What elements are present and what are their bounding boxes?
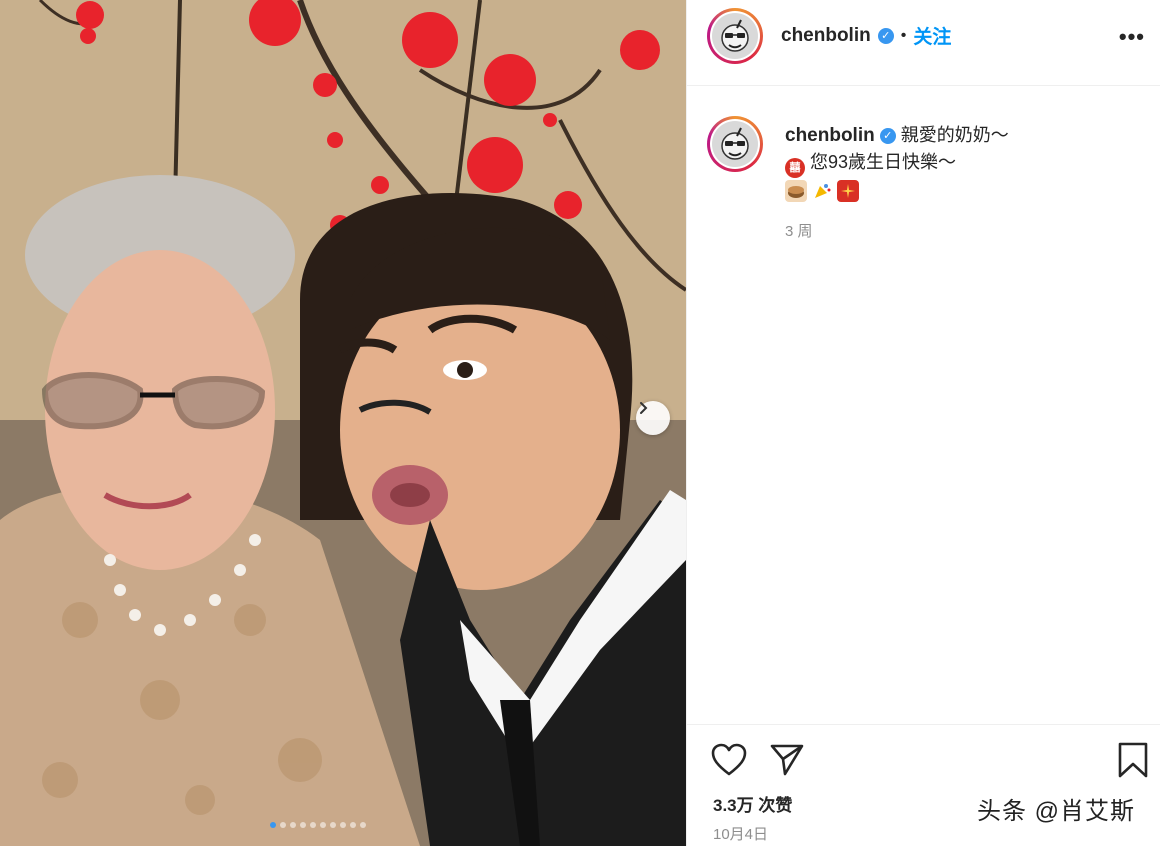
caption-username[interactable]: chenbolin <box>785 125 875 146</box>
like-button[interactable] <box>711 743 747 782</box>
carousel-dot <box>270 822 276 828</box>
carousel-dot <box>340 822 346 828</box>
like-count[interactable]: 3.3万 次赞 <box>713 791 792 816</box>
party-popper-emoji-icon <box>811 180 833 202</box>
caption-timestamp: 3 周 <box>785 223 813 240</box>
chevron-right-icon <box>640 402 648 414</box>
fireworks-emoji-icon <box>837 180 859 202</box>
sunglasses-face-icon <box>721 127 749 160</box>
carousel-dot <box>310 822 316 828</box>
sunglasses-face-icon <box>721 19 749 52</box>
post-date: 10月4日 <box>713 826 769 843</box>
verified-badge-icon: ✓ <box>879 128 896 145</box>
post-side-panel: chenbolin ✓ • 关注 ••• chenbolin ✓ 親愛的奶奶～ … <box>686 0 1160 846</box>
celebration-emoji-icon: 囍 <box>785 158 805 178</box>
paper-plane-icon <box>770 744 804 776</box>
carousel-dot <box>300 822 306 828</box>
carousel-next-button[interactable] <box>636 401 670 435</box>
carousel-dot <box>360 822 366 828</box>
post-caption: chenbolin ✓ 親愛的奶奶～ 囍 您93歲生日快樂～ <box>785 122 1145 202</box>
carousel-dot <box>330 822 336 828</box>
emoji-row <box>785 180 1145 202</box>
carousel-dot <box>320 822 326 828</box>
share-button[interactable] <box>769 743 805 782</box>
post-header: chenbolin ✓ • 关注 ••• <box>687 0 1160 86</box>
author-avatar[interactable] <box>707 8 763 64</box>
header-username[interactable]: chenbolin <box>781 25 871 47</box>
header-user-row: chenbolin ✓ • 关注 <box>781 22 951 49</box>
post-photo <box>0 0 686 846</box>
selfie-illustration <box>0 0 686 846</box>
carousel-dot <box>350 822 356 828</box>
caption-line-2: 您93歲生日快樂～ <box>810 152 957 172</box>
post-actions: 3.3万 次赞 10月4日 头条 @肖艾斯 <box>687 724 1160 846</box>
verified-badge-icon: ✓ <box>877 27 894 44</box>
heart-icon <box>711 743 747 776</box>
bookmark-icon <box>1118 742 1148 778</box>
more-options-button[interactable]: ••• <box>1119 24 1145 50</box>
follow-button[interactable]: 关注 <box>913 22 951 49</box>
cake-emoji-icon <box>785 180 807 202</box>
watermark-text: 头条 @肖艾斯 <box>976 798 1135 825</box>
carousel-dot <box>290 822 296 828</box>
carousel-dot <box>280 822 286 828</box>
caption-line-1: 親愛的奶奶～ <box>900 125 1009 145</box>
save-button[interactable] <box>1117 741 1149 784</box>
separator-dot: • <box>900 26 907 44</box>
carousel-indicator <box>270 822 366 828</box>
caption-author-avatar[interactable] <box>707 116 763 172</box>
